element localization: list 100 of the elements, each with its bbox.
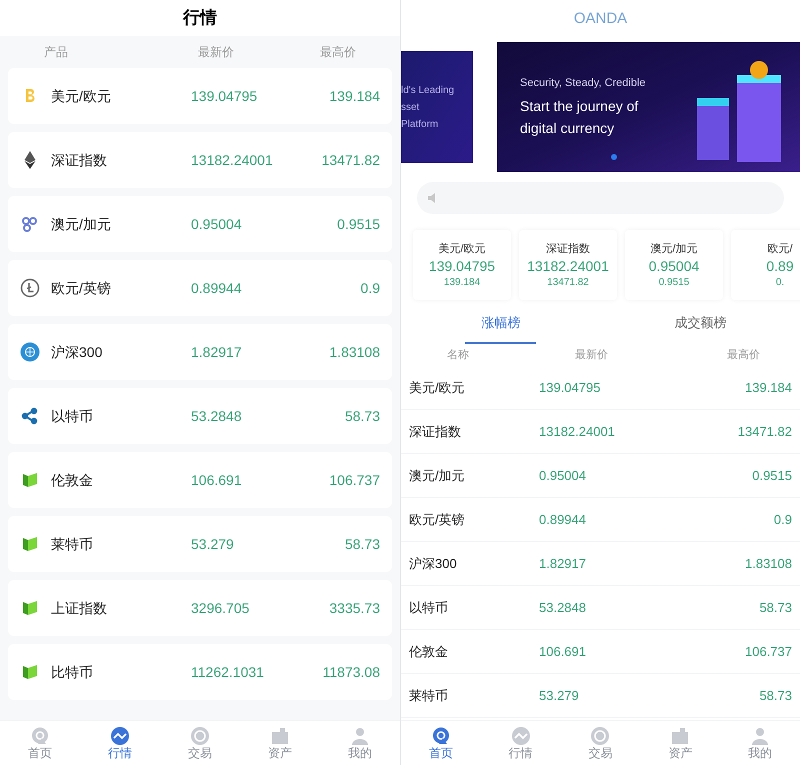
ticker-card[interactable]: 美元/欧元 139.04795 139.184 [413,230,511,300]
globe-icon [20,342,40,362]
ticker-latest: 0.89 [766,256,794,276]
latest-price: 0.89944 [539,510,587,529]
high-price: 0.9515 [751,466,792,485]
latest-price: 139.04795 [539,378,602,397]
latest-price: 106.691 [191,470,243,490]
latest-price: 53.279 [191,534,235,554]
ticker-card[interactable]: 欧元/ 0.89 0. [731,230,800,300]
latest-price: 1.82917 [191,342,243,362]
banner-headline: Start the journey of [520,97,640,116]
ticker-name: 美元/欧元 [438,242,486,256]
banner-text: Platform [401,118,440,132]
high-price: 3335.73 [328,598,380,618]
ranking-tab[interactable]: 成交额榜 [600,304,800,344]
latest-price: 3296.705 [191,598,250,618]
product-name: 以特币 [51,406,94,426]
banner-text: sset [401,100,420,114]
high-price: 106.737 [744,642,792,661]
latest-price: 0.95004 [539,466,587,485]
ticker-latest: 139.04795 [428,256,496,276]
chart-icon [510,726,531,746]
nav-tab[interactable]: 行情 [80,721,160,765]
block-n-icon [20,470,40,490]
user-icon [350,726,370,746]
high-price: 13471.82 [736,422,792,441]
product-name: 伦敦金 [409,642,449,661]
ticker-name: 澳元/加元 [650,242,698,256]
ticker-card[interactable]: 澳元/加元 0.95004 0.9515 [625,230,723,300]
product-name: 比特币 [51,662,94,682]
ticker-high: 139.184 [444,276,480,288]
high-price: 0.9515 [336,214,380,234]
high-price: 58.73 [758,598,792,617]
coin-l-icon [20,278,40,298]
high-price: 0.9 [772,510,792,529]
ticker-card[interactable]: 深证指数 13182.24001 13471.82 [519,230,617,300]
market-row-card[interactable]: 上证指数 3296.705 3335.73 [8,580,392,636]
high-price: 58.73 [344,534,380,554]
column-header: 名称 [446,348,470,363]
nav-tab[interactable]: 首页 [401,721,481,765]
latest-price: 53.279 [539,686,580,705]
promo-banner[interactable]: Security, Steady, Credible Start the journey of digital currency [497,42,800,172]
market-row-card[interactable]: 伦敦金 106.691 106.737 [8,452,392,508]
latest-price: 106.691 [539,642,587,661]
ticker-high: 0.9515 [658,276,690,288]
market-row-card[interactable]: 沪深300 1.82917 1.83108 [8,324,392,380]
high-price: 58.73 [758,686,792,705]
latest-price: 0.89944 [191,278,243,298]
product-name: 伦敦金 [51,470,94,490]
latest-price: 139.04795 [191,86,258,106]
market-row-card[interactable]: 深证指数 13182.24001 13471.82 [8,132,392,188]
high-price: 13471.82 [320,150,380,170]
ticker-name: 欧元/ [767,242,793,256]
high-price: 139.184 [744,378,792,397]
column-header: 产品 [44,44,69,61]
high-price: 1.83108 [744,554,792,573]
market-row-card[interactable]: 以特币 53.2848 58.73 [8,388,392,444]
wallet-icon [670,726,690,746]
wallet-icon [270,726,290,746]
latest-price: 13182.24001 [539,422,616,441]
product-name: 莱特币 [409,686,449,705]
product-name: 澳元/加元 [409,466,466,485]
home-icon [430,726,451,746]
market-row-card[interactable]: 美元/欧元 139.04795 139.184 [8,68,392,124]
latest-price: 13182.24001 [191,150,274,170]
rings-icon [20,214,40,234]
market-row-card[interactable]: 比特币 11262.1031 11873.08 [8,644,392,700]
ranking-tab[interactable]: 涨幅榜 [401,304,600,344]
product-name: 上证指数 [51,598,108,618]
block-n-icon [20,534,40,554]
ticker-latest: 0.95004 [648,256,700,276]
product-name: 莱特币 [51,534,94,554]
exchange-icon [590,726,610,746]
product-name: 以特币 [409,598,449,617]
product-name: 沪深300 [51,342,104,362]
high-price: 11873.08 [322,662,380,682]
ticker-latest: 13182.24001 [527,256,609,276]
banner-subtitle: Security, Steady, Credible [520,76,646,91]
product-name: 深证指数 [409,422,462,441]
user-icon [750,726,770,746]
market-row-card[interactable]: 澳元/加元 0.95004 0.9515 [8,196,392,252]
market-row-card[interactable]: 莱特币 53.279 58.73 [8,516,392,572]
ticker-high: 0. [776,276,784,288]
product-name: 深证指数 [51,150,108,170]
product-name: 欧元/英镑 [409,510,466,529]
product-name: 欧元/英镑 [51,278,112,298]
product-name: 美元/欧元 [51,86,112,106]
ticker-high: 13471.82 [547,276,589,288]
latest-price: 0.95004 [191,214,243,234]
column-header: 最高价 [726,348,761,363]
market-row-card[interactable]: 欧元/英镑 0.89944 0.9 [8,260,392,316]
block-n-icon [20,598,40,618]
home-icon [30,726,50,746]
high-price: 139.184 [328,86,380,106]
banner-peek-card[interactable]: ld's Leading sset Platform [401,51,473,163]
block-n-icon [20,662,40,682]
high-price: 106.737 [328,470,380,490]
banner-text: ld's Leading [401,84,456,98]
nodes-icon [20,406,40,426]
ticker-name: 深证指数 [546,242,590,256]
